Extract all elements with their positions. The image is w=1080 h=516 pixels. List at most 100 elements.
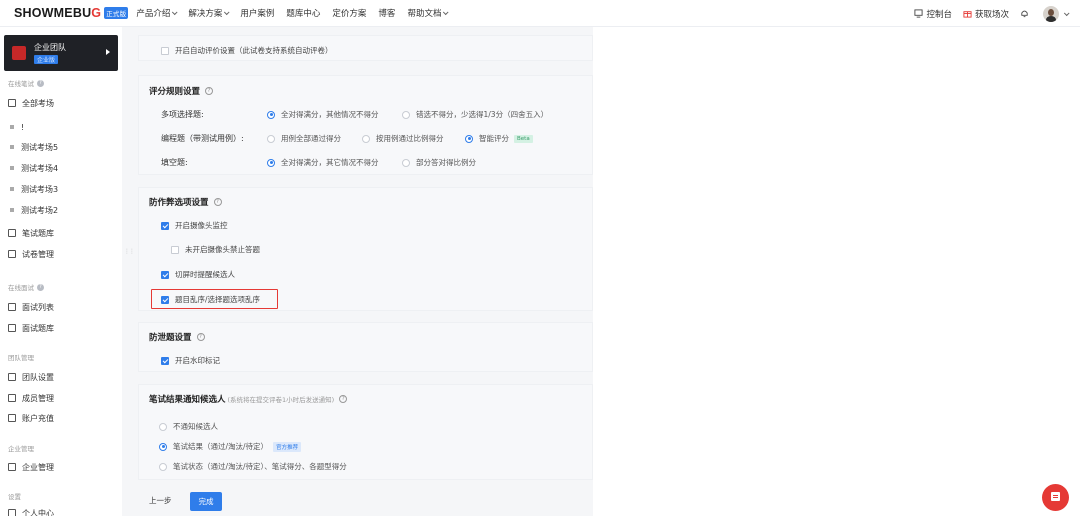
sidebar-item-exam[interactable]: !: [8, 120, 24, 134]
bullet-icon: [10, 208, 14, 212]
sidebar-item-question-bank[interactable]: 笔试题库: [8, 226, 54, 240]
nav-question-center[interactable]: 题库中心: [286, 7, 320, 19]
recommended-badge: 官方推荐: [273, 441, 302, 452]
camera-monitor-checkbox[interactable]: 开启摄像头监控: [161, 220, 228, 231]
exam-settings-panel: 开启自动评价设置（此试卷支持系统自动评卷） 评分规则设置? 多项选择题: 全对得…: [138, 27, 593, 516]
sidebar-item-team-settings[interactable]: 团队设置: [8, 370, 54, 384]
org-chart-icon: [8, 463, 16, 471]
section-written-exam: 在线笔试?: [8, 78, 44, 88]
coding-smart-radio[interactable]: 智能评分 Beta: [465, 133, 533, 144]
grid-icon: [8, 324, 16, 332]
console-icon: [914, 9, 924, 18]
section-settings: 设置: [8, 493, 21, 501]
fill-blank-label: 填空题:: [161, 158, 188, 167]
anti-leak-card: 防泄题设置? 开启水印标记: [138, 322, 593, 372]
bullet-icon: [10, 145, 14, 149]
highlight-annotation-box: [151, 289, 278, 309]
prev-step-button[interactable]: 上一步: [149, 495, 172, 506]
sidebar-item-paper-mgmt[interactable]: 试卷管理: [8, 247, 54, 261]
section-team-mgmt: 团队管理: [8, 354, 34, 362]
done-button[interactable]: 完成: [190, 492, 222, 511]
clipboard-icon: [8, 99, 16, 107]
fill-all-correct-radio[interactable]: 全对得满分，其它情况不得分: [267, 157, 379, 168]
section-interview: 在线面试?: [8, 282, 44, 292]
sidebar-item-enterprise[interactable]: 企业管理: [8, 460, 54, 474]
nav-products[interactable]: 产品介绍: [136, 7, 178, 19]
sidebar-item-exam[interactable]: 测试考场2: [8, 203, 58, 217]
logo-accent: G: [91, 6, 102, 20]
help-icon[interactable]: ?: [213, 198, 222, 206]
multi-choice-partial-radio[interactable]: 错选不得分，少选得1/3分（四舍五入）: [402, 109, 548, 120]
bullet-icon: [10, 166, 14, 170]
notify-title: 笔试结果通知候选人 (系统将在提交评卷1小时后发送通知)?: [149, 393, 348, 405]
multi-choice-all-or-nothing-radio[interactable]: 全对得满分，其他情况不得分: [267, 109, 379, 120]
help-icon[interactable]: ?: [205, 87, 214, 95]
help-icon: ?: [37, 79, 44, 87]
nav-pricing[interactable]: 定价方案: [332, 7, 366, 19]
top-navbar: SHOWMEBU G 正式版 产品介绍 解决方案 用户案例 题库中心 定价方案 博…: [0, 0, 1080, 27]
sidebar-item-exam[interactable]: 测试考场3: [8, 182, 58, 196]
fill-partial-radio[interactable]: 部分答对得比例分: [402, 157, 476, 168]
notify-none-radio[interactable]: 不通知候选人: [159, 421, 218, 432]
sidebar-item-all-exams[interactable]: 全部考场: [8, 96, 54, 110]
coding-label: 编程题（带测试用例）:: [161, 134, 244, 143]
sidebar-item-recharge[interactable]: 账户充值: [8, 411, 54, 425]
nav-solutions[interactable]: 解决方案: [188, 7, 230, 19]
team-switcher[interactable]: 企业团队 企业版: [4, 35, 118, 71]
sidebar-resize-handle[interactable]: ⋮⋮: [124, 248, 135, 255]
auto-eval-card: 开启自动评价设置（此试卷支持系统自动评卷）: [138, 35, 593, 61]
bullet-icon: [10, 187, 14, 191]
bullet-icon: [10, 125, 14, 129]
avatar: [1043, 5, 1059, 22]
gift-icon: [963, 11, 972, 18]
notify-detail-radio[interactable]: 笔试状态（通过/淘汰/待定）、笔试得分、各题型得分: [159, 461, 347, 472]
calendar-icon: [8, 303, 16, 311]
team-name: 企业团队: [34, 43, 66, 52]
sidebar-item-interview-list[interactable]: 面试列表: [8, 300, 54, 314]
bell-icon: [1021, 10, 1028, 18]
sidebar-item-exam[interactable]: 测试考场4: [8, 161, 58, 175]
sidebar: 企业团队 企业版 在线笔试? 全部考场 ! 测试考场5 测试考场4 测试考场3 …: [0, 27, 122, 516]
document-icon: [8, 229, 16, 237]
section-enterprise: 企业管理: [8, 445, 34, 453]
nav-cases[interactable]: 用户案例: [240, 7, 274, 19]
notify-result-radio[interactable]: 笔试结果（通过/淘汰/待定） 官方推荐: [159, 441, 302, 452]
main-nav: 产品介绍 解决方案 用户案例 题库中心 定价方案 博客 帮助文档: [136, 7, 459, 19]
team-logo-icon: [12, 46, 26, 60]
inbox-icon: [8, 250, 16, 258]
coding-ratio-radio[interactable]: 按用例通过比例得分: [362, 133, 444, 144]
notify-candidate-card: 笔试结果通知候选人 (系统将在提交评卷1小时后发送通知)? 不通知候选人 笔试结果…: [138, 384, 593, 480]
scoring-rules-card: 评分规则设置? 多项选择题: 全对得满分，其他情况不得分 错选不得分，少选得1/…: [138, 75, 593, 175]
chevron-down-icon: [224, 9, 230, 16]
chevron-down-icon: [172, 9, 178, 16]
empty-workspace: [593, 27, 1080, 516]
sidebar-item-interview-bank[interactable]: 面试题库: [8, 321, 54, 335]
logo-version-tag: 正式版: [104, 7, 129, 19]
user-icon: [8, 509, 16, 516]
help-icon[interactable]: ?: [339, 395, 348, 403]
anti-cheat-title: 防作弊选项设置?: [149, 196, 222, 208]
logo-text: SHOWMEBU: [14, 6, 92, 20]
beta-badge: Beta: [514, 134, 533, 143]
watermark-checkbox[interactable]: 开启水印标记: [161, 355, 220, 366]
coding-all-pass-radio[interactable]: 用例全部通过得分: [267, 133, 341, 144]
chat-support-button[interactable]: [1042, 484, 1069, 511]
nav-blog[interactable]: 博客: [378, 7, 395, 19]
nav-docs[interactable]: 帮助文档: [407, 7, 449, 19]
users-icon: [8, 394, 16, 402]
console-link[interactable]: 控制台: [914, 8, 952, 20]
clipboard-icon: [8, 373, 16, 381]
switch-screen-alert-checkbox[interactable]: 切屏时提醒候选人: [161, 269, 235, 280]
sidebar-item-personal-center[interactable]: 个人中心: [8, 506, 54, 516]
sidebar-item-exam[interactable]: 测试考场5: [8, 140, 58, 154]
sidebar-item-members[interactable]: 成员管理: [8, 391, 54, 405]
multi-choice-label: 多项选择题:: [161, 110, 204, 119]
notification-bell[interactable]: [1020, 9, 1032, 18]
auto-eval-checkbox[interactable]: 开启自动评价设置（此试卷支持系统自动评卷）: [161, 45, 333, 56]
get-sessions-link[interactable]: 获取场次: [963, 8, 1009, 20]
scoring-rules-title: 评分规则设置?: [149, 85, 214, 97]
user-menu[interactable]: [1043, 5, 1070, 22]
help-icon[interactable]: ?: [196, 333, 205, 341]
showmebug-logo[interactable]: SHOWMEBU G 正式版: [14, 6, 129, 20]
camera-required-checkbox[interactable]: 未开启摄像头禁止答题: [171, 244, 260, 255]
